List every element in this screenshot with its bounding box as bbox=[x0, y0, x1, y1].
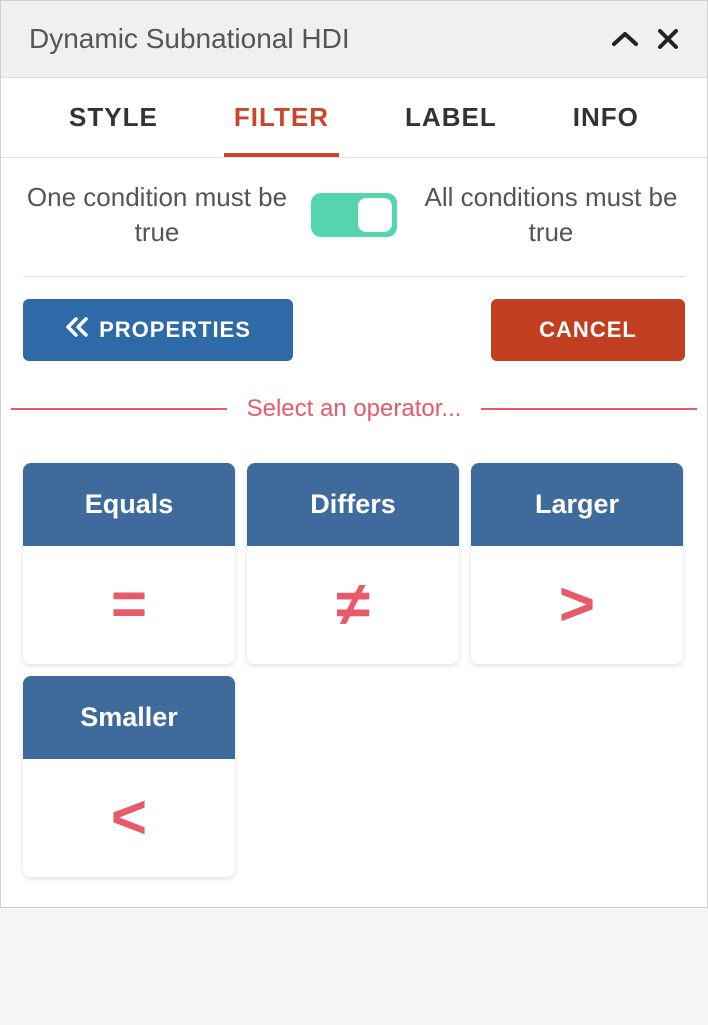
panel-header: Dynamic Subnational HDI bbox=[1, 1, 707, 78]
collapse-icon[interactable] bbox=[611, 30, 639, 48]
operator-label: Differs bbox=[247, 463, 459, 546]
tab-bar: STYLE FILTER LABEL INFO bbox=[1, 78, 707, 158]
divider-line bbox=[481, 408, 697, 410]
operator-prompt: Select an operator... bbox=[247, 395, 462, 423]
close-icon[interactable] bbox=[657, 28, 679, 50]
condition-all-label: All conditions must be true bbox=[415, 180, 687, 250]
tab-label[interactable]: LABEL bbox=[395, 78, 507, 157]
filter-panel: Dynamic Subnational HDI STYLE FILTER LAB… bbox=[0, 0, 708, 908]
condition-one-label: One condition must be true bbox=[21, 180, 293, 250]
operator-smaller[interactable]: Smaller < bbox=[23, 676, 235, 877]
operator-equals[interactable]: Equals = bbox=[23, 463, 235, 664]
operator-larger[interactable]: Larger > bbox=[471, 463, 683, 664]
panel-title: Dynamic Subnational HDI bbox=[29, 23, 350, 55]
tab-info[interactable]: INFO bbox=[563, 78, 649, 157]
condition-toggle[interactable] bbox=[311, 193, 397, 237]
operator-grid: Equals = Differs ≠ Larger > Smaller < bbox=[1, 453, 707, 907]
toggle-knob bbox=[358, 198, 392, 232]
properties-button-label: PROPERTIES bbox=[99, 317, 251, 343]
operator-differs[interactable]: Differs ≠ bbox=[247, 463, 459, 664]
cancel-button[interactable]: CANCEL bbox=[491, 299, 685, 361]
operator-label: Larger bbox=[471, 463, 683, 546]
chevron-double-left-icon bbox=[65, 317, 89, 343]
action-row: PROPERTIES CANCEL bbox=[1, 277, 707, 383]
condition-mode-row: One condition must be true All condition… bbox=[1, 158, 707, 276]
operator-label: Equals bbox=[23, 463, 235, 546]
tab-filter[interactable]: FILTER bbox=[224, 78, 339, 157]
operator-symbol: = bbox=[23, 546, 235, 664]
operator-label: Smaller bbox=[23, 676, 235, 759]
operator-symbol: > bbox=[471, 546, 683, 664]
divider-line bbox=[11, 408, 227, 410]
header-actions bbox=[611, 28, 679, 50]
properties-button[interactable]: PROPERTIES bbox=[23, 299, 293, 361]
operator-prompt-divider: Select an operator... bbox=[1, 383, 707, 453]
operator-symbol: < bbox=[23, 759, 235, 877]
cancel-button-label: CANCEL bbox=[539, 317, 637, 343]
tab-style[interactable]: STYLE bbox=[59, 78, 168, 157]
operator-symbol: ≠ bbox=[247, 546, 459, 664]
